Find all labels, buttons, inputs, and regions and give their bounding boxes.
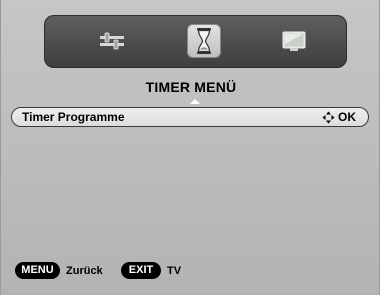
menu-tab-bar [44,15,347,68]
exit-key-label: TV [167,265,182,277]
tab-settings[interactable] [95,24,129,58]
sliders-icon [100,32,124,50]
tv-menu-screen: TIMER MENÜ Timer Programme OK MENU Zurüc… [0,0,380,295]
menu-key-label: Zurück [66,265,103,277]
navigation-arrows-icon [322,111,335,124]
tab-picture[interactable] [277,24,311,58]
menu-item-timer-programme[interactable]: Timer Programme OK [11,107,369,127]
scroll-up-indicator-icon [190,99,200,104]
menu-title: TIMER MENÜ [145,79,237,95]
menu-item-label: Timer Programme [22,110,125,124]
hourglass-icon [197,28,211,54]
menu-item-action: OK [338,110,356,124]
exit-key-badge[interactable]: EXIT [121,262,161,279]
tv-screen-icon [282,31,306,51]
menu-key-badge[interactable]: MENU [15,262,60,279]
tab-timer[interactable] [187,24,221,58]
